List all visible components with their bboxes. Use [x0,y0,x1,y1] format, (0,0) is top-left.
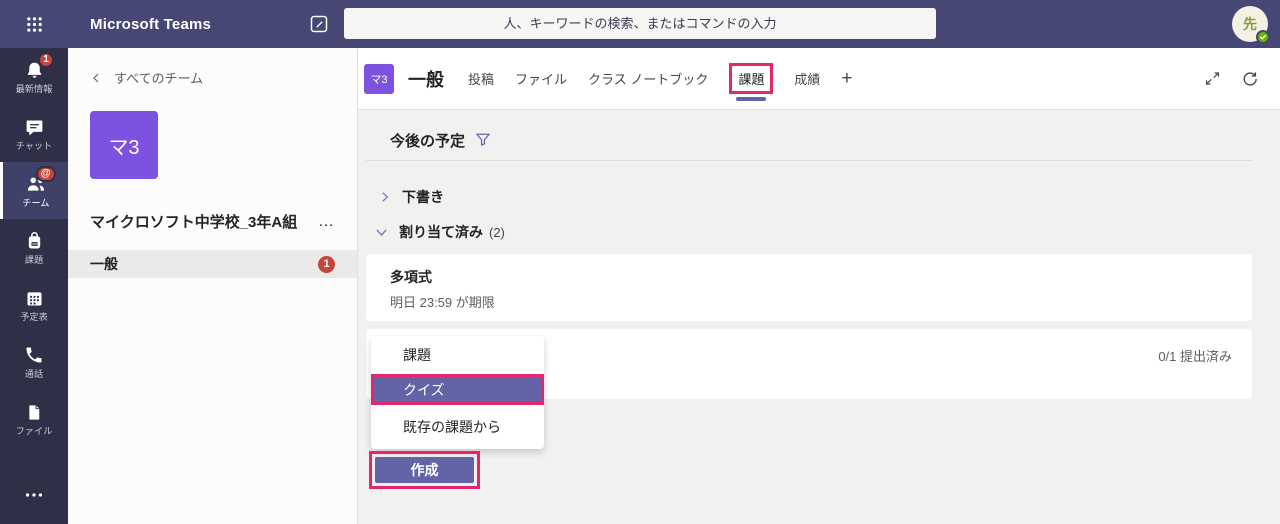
teams-mention-badge: @ [35,166,56,182]
backpack-icon [22,229,46,253]
channel-name: 一般 [90,256,118,272]
create-dropdown-menu: 課題 クイズ 既存の課題から [371,336,544,449]
chat-icon [22,115,46,139]
team-sidebar: すべてのチーム マ3 マイクロソフト中学校_3年A組 … 一般 1 [68,48,358,524]
rail-item-chat[interactable]: チャット [0,105,68,162]
team-name-row: マイクロソフト中学校_3年A組 … [90,211,335,232]
channel-avatar-text: マ3 [370,73,388,86]
file-icon [22,400,46,424]
expand-icon [1205,72,1219,85]
tab-strip: 投稿 ファイル クラス ノートブック 課題 成績 + [468,63,853,101]
refresh-icon [1243,71,1257,86]
rail-item-label: 通話 [24,369,44,380]
rail-item-calls[interactable]: 通話 [0,333,68,390]
menu-item-from-existing[interactable]: 既存の課題から [371,405,544,449]
assignment-submission-status: 0/1 提出済み [1158,349,1232,364]
search-input[interactable] [344,8,936,39]
channel-unread-badge: 1 [318,255,335,273]
teams-window: Microsoft Teams 先 1 最新情報 [0,0,1280,524]
rail-item-label: 課題 [24,255,44,266]
compose-icon [310,15,328,33]
channel-header: マ3 一般 投稿 ファイル クラス ノートブック 課題 成績 + [358,48,1280,110]
channel-item-general[interactable]: 一般 1 [68,250,357,278]
rail-item-files[interactable]: ファイル [0,390,68,447]
phone-icon [22,343,46,367]
tab-grades[interactable]: 成績 [794,69,820,88]
tab-assignments[interactable]: 課題 [729,63,774,101]
filter-button[interactable] [475,132,491,148]
tab-files[interactable]: ファイル [515,69,567,88]
active-tab-indicator [736,97,767,101]
user-avatar-initial: 先 [1243,16,1257,32]
presence-available-icon [1256,30,1270,44]
header-actions [1202,69,1280,89]
rail-item-calendar[interactable]: 予定表 [0,276,68,333]
upcoming-header: 今後の予定 [390,126,1252,154]
upcoming-title: 今後の予定 [390,132,466,150]
team-name: マイクロソフト中学校_3年A組 [90,214,298,231]
assignment-due: 明日 23:59 が期限 [390,295,495,310]
quiz-annotation-box: クイズ [371,374,544,405]
expand-button[interactable] [1202,69,1222,89]
user-avatar[interactable]: 先 [1232,6,1270,44]
all-teams-back-link[interactable]: すべてのチーム [68,48,357,87]
main-area: マ3 一般 投稿 ファイル クラス ノートブック 課題 成績 + 今後の予定 下… [358,48,1280,524]
channel-avatar: マ3 [364,63,394,94]
chevron-left-icon [93,73,99,82]
chevron-down-icon [376,229,387,236]
app-launcher-button[interactable] [0,0,68,48]
rail-item-teams[interactable]: @ チーム [0,162,68,219]
calendar-icon [22,286,46,310]
tab-posts[interactable]: 投稿 [468,69,494,88]
activity-badge: 1 [38,52,54,68]
channel-title: 一般 [408,69,444,90]
assigned-section-toggle[interactable]: 割り当て済み (2) [374,221,1280,243]
teams-icon: @ [24,166,56,196]
create-annotation-box: 作成 [369,451,480,489]
top-bar: Microsoft Teams 先 [0,0,1280,48]
rail-item-more[interactable] [0,475,68,515]
app-rail: 1 最新情報 チャット @ チーム 課題 予定表 通話 ファイル [0,48,68,524]
assigned-count: (2) [489,224,505,240]
add-tab-button[interactable]: + [841,69,852,88]
rail-item-label: ファイル [15,426,53,437]
section-divider [366,160,1252,161]
team-more-button[interactable]: … [318,213,335,231]
menu-item-quiz[interactable]: クイズ [374,377,541,402]
new-chat-button[interactable] [308,13,330,35]
drafts-label: 下書き [402,189,444,205]
team-avatar-text: マ3 [108,136,140,159]
app-title: Microsoft Teams [90,15,212,33]
team-avatar[interactable]: マ3 [90,111,158,179]
rail-item-activity[interactable]: 1 最新情報 [0,48,68,105]
tab-class-notebook[interactable]: クラス ノートブック [588,69,708,88]
more-icon [22,483,46,507]
all-teams-label: すべてのチーム [114,71,204,86]
assignment-card[interactable]: 多項式 明日 23:59 が期限 [366,254,1252,321]
rail-item-label: 最新情報 [15,84,53,95]
refresh-button[interactable] [1240,69,1260,89]
rail-item-label: 予定表 [20,312,48,323]
rail-item-label: チーム [21,198,50,209]
create-button[interactable]: 作成 [375,457,474,483]
assignments-content: 今後の予定 下書き 割り当て済み (2) 多項式 明日 23:59 が期限 0/… [358,110,1280,524]
assigned-label: 割り当て済み [399,224,483,240]
chevron-right-icon [382,192,389,202]
waffle-icon [26,16,42,32]
rail-item-label: チャット [15,141,53,152]
filter-icon [476,133,490,146]
bell-icon: 1 [22,52,54,82]
tab-assignments-label: 課題 [738,72,765,87]
assignment-title: 多項式 [390,269,432,285]
rail-item-assignments[interactable]: 課題 [0,219,68,276]
drafts-section-toggle[interactable]: 下書き [378,187,1280,207]
menu-item-assignment[interactable]: 課題 [371,336,544,374]
